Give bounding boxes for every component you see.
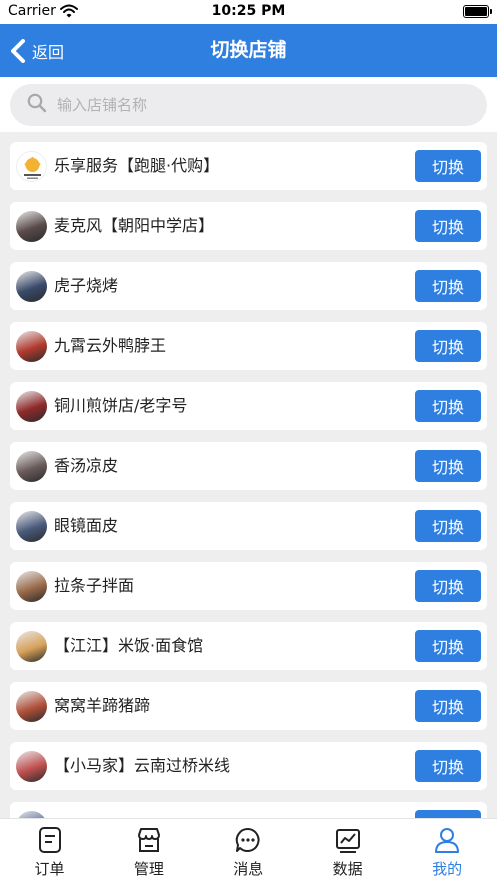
switch-store-button[interactable]: 切换 [415,210,481,242]
store-name: 【小马家】云南过桥米线 [54,756,231,775]
store-thumbnail [16,211,47,242]
store-name: 香汤凉皮 [54,456,119,475]
store-thumbnail [16,631,47,662]
store-name: 拉条子拌面 [54,576,135,595]
switch-store-button[interactable]: 切换 [415,450,481,482]
store-item[interactable]: 切换 [10,802,487,818]
battery-icon [463,5,492,18]
clock: 10:25 PM [211,3,286,19]
tab-store[interactable]: 管理 [99,819,198,883]
store-name: 铜川煎饼店/老字号 [54,396,188,415]
store-item[interactable]: 窝窝羊蹄猪蹄 切换 [10,682,487,730]
tab-chart[interactable]: 数据 [298,819,397,883]
store-item[interactable]: 铜川煎饼店/老字号 切换 [10,382,487,430]
tab-message[interactable]: 消息 [199,819,298,883]
store-list[interactable]: 乐享服务【跑腿·代购】 切换 麦克风【朝阳中学店】 切换 虎子烧烤 切换 九霄云外鸭脖王 切换… [0,132,497,818]
store-name: 虎子烧烤 [54,276,119,295]
store-thumbnail [16,331,47,362]
search-section [0,77,497,132]
store-name: 九霄云外鸭脖王 [54,336,167,355]
store-thumbnail [16,511,47,542]
status-bar: Carrier 10:25 PM [0,0,497,24]
search-box[interactable] [10,84,487,126]
tab-bar: 订单 管理 消息 数据 我的 [0,818,497,883]
switch-store-button[interactable]: 切换 [415,630,481,662]
store-thumbnail [16,271,47,302]
store-name: 【江江】米饭·面食馆 [54,636,204,655]
store-name: 乐享服务【跑腿·代购】 [54,156,220,175]
switch-store-button[interactable]: 切换 [415,810,481,818]
store-item[interactable]: 拉条子拌面 切换 [10,562,487,610]
tab-label: 数据 [332,860,363,878]
tab-label: 我的 [432,860,463,878]
chart-icon [298,826,397,854]
nav-bar: 返回 切换店铺 [0,24,497,77]
store-item[interactable]: 乐享服务【跑腿·代购】 切换 [10,142,487,190]
store-name: 窝窝羊蹄猪蹄 [54,696,151,715]
chevron-left-icon [10,38,26,63]
store-logo [16,151,47,182]
switch-store-button[interactable]: 切换 [415,150,481,182]
switch-store-button[interactable]: 切换 [415,690,481,722]
store-thumbnail [16,391,47,422]
store-item[interactable]: 香汤凉皮 切换 [10,442,487,490]
switch-store-button[interactable]: 切换 [415,330,481,362]
store-item[interactable]: 九霄云外鸭脖王 切换 [10,322,487,370]
page-title: 切换店铺 [210,39,287,61]
tab-label: 订单 [34,860,65,878]
search-input[interactable] [57,96,457,114]
order-icon [0,826,99,854]
tab-label: 管理 [133,860,164,878]
tab-label: 消息 [233,860,264,878]
store-item[interactable]: 虎子烧烤 切换 [10,262,487,310]
message-icon [199,826,298,854]
store-item[interactable]: 眼镜面皮 切换 [10,502,487,550]
store-item[interactable]: 麦克风【朝阳中学店】 切换 [10,202,487,250]
store-thumbnail [16,451,47,482]
back-button[interactable]: 返回 [10,24,64,77]
switch-store-button[interactable]: 切换 [415,570,481,602]
store-thumbnail [16,571,47,602]
store-icon [99,826,198,854]
tab-order[interactable]: 订单 [0,819,99,883]
store-thumbnail [16,751,47,782]
back-label: 返回 [32,42,65,62]
store-name: 眼镜面皮 [54,516,119,535]
store-name: 麦克风【朝阳中学店】 [54,216,215,235]
search-icon [27,93,47,117]
switch-store-button[interactable]: 切换 [415,510,481,542]
store-item[interactable]: 【江江】米饭·面食馆 切换 [10,622,487,670]
user-icon [398,826,497,854]
store-thumbnail [16,811,47,818]
switch-store-button[interactable]: 切换 [415,390,481,422]
store-thumbnail [16,691,47,722]
store-item[interactable]: 【小马家】云南过桥米线 切换 [10,742,487,790]
tab-user[interactable]: 我的 [398,819,497,883]
switch-store-button[interactable]: 切换 [415,270,481,302]
switch-store-button[interactable]: 切换 [415,750,481,782]
